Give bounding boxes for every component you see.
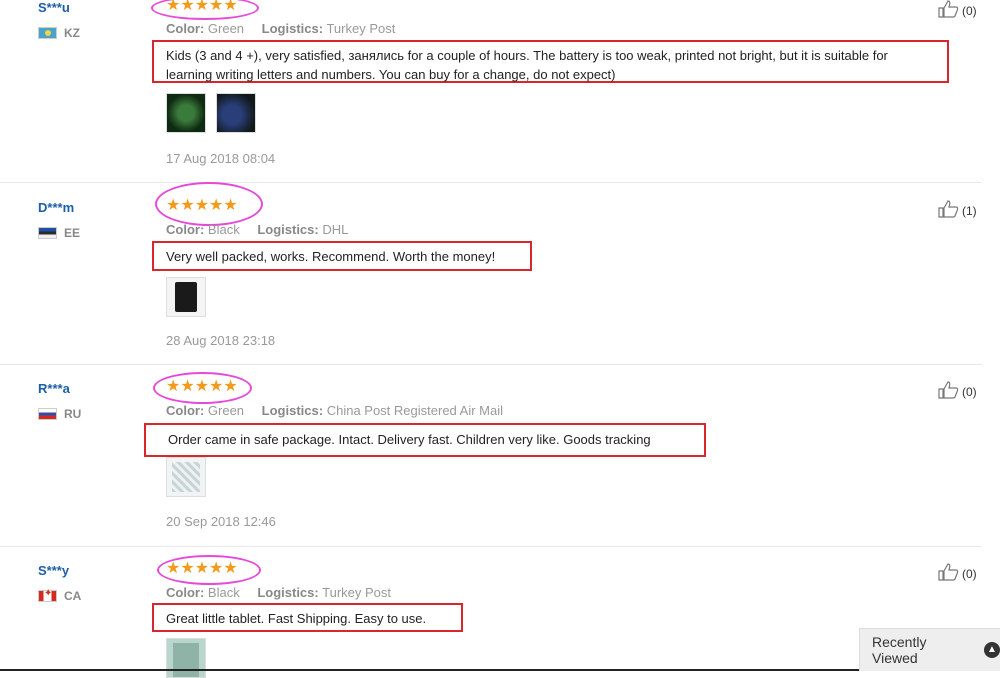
color-label: Color: [166, 21, 205, 36]
recently-viewed-label: Recently Viewed [872, 634, 927, 666]
kz-flag-icon [38, 27, 57, 39]
review-item: S***u KZ ★★★★★ Color: Green Logistics: T… [0, 0, 982, 183]
annotation-ellipse [151, 0, 259, 20]
helpful-count: (0) [962, 4, 977, 18]
reviewer-name[interactable]: D***m [38, 200, 74, 215]
logistics-value: DHL [322, 222, 349, 237]
review-date: 17 Aug 2018 08:04 [166, 151, 276, 166]
country-code: RU [64, 407, 82, 421]
color-value: Black [207, 585, 240, 600]
review-photos [166, 638, 206, 678]
review-meta: Color: Green Logistics: Turkey Post [166, 21, 395, 36]
ee-flag-icon [38, 227, 57, 239]
logistics-label: Logistics: [257, 585, 319, 600]
comment-text: Order came in safe package. Intact. Deli… [168, 432, 651, 447]
reviewer-country: RU [38, 407, 81, 421]
logistics-value: Turkey Post [322, 585, 391, 600]
comment-text: Kids (3 and 4 +), very satisfied, заняли… [166, 48, 888, 82]
country-code: CA [64, 589, 82, 603]
review-comment: Very well packed, works. Recommend. Wort… [152, 241, 532, 271]
annotation-ellipse [153, 372, 252, 404]
review-item: S***y CA ★★★★★ Color: Black Logistics: T… [0, 546, 982, 678]
annotation-ellipse [157, 555, 261, 585]
helpful-button[interactable]: (1) [938, 200, 977, 218]
country-code: KZ [64, 26, 80, 40]
comment-text: Very well packed, works. Recommend. Wort… [166, 249, 496, 264]
ru-flag-icon [38, 408, 57, 420]
helpful-button[interactable]: (0) [938, 381, 977, 399]
reviewer-country: EE [38, 226, 80, 240]
annotation-ellipse [155, 182, 263, 226]
reviewer-name[interactable]: R***a [38, 381, 70, 396]
ca-flag-icon [38, 588, 57, 602]
logistics-label: Logistics: [257, 222, 319, 237]
reviewer-country: CA [38, 588, 82, 603]
color-label: Color: [166, 403, 205, 418]
color-label: Color: [166, 222, 205, 237]
review-photos [166, 457, 206, 497]
color-value: Green [207, 21, 245, 36]
country-code: EE [64, 226, 81, 240]
review-photo[interactable] [166, 93, 206, 133]
recently-viewed-button[interactable]: Recently Viewed ▲ [859, 628, 1000, 671]
review-meta: Color: Green Logistics: China Post Regis… [166, 403, 503, 418]
reviewer-name[interactable]: S***u [38, 0, 70, 15]
review-photo[interactable] [166, 277, 206, 317]
review-comment: Great little tablet. Fast Shipping. Easy… [152, 603, 463, 632]
helpful-count: (0) [962, 385, 977, 399]
helpful-count: (1) [962, 204, 977, 218]
review-meta: Color: Black Logistics: DHL [166, 222, 348, 237]
review-item: R***a RU ★★★★★ Color: Green Logistics: C… [0, 364, 982, 547]
reviewer-name[interactable]: S***y [38, 563, 69, 578]
review-photos [166, 277, 206, 317]
review-item: D***m EE ★★★★★ Color: Black Logistics: D… [0, 182, 982, 365]
review-date: 20 Sep 2018 12:46 [166, 514, 276, 529]
thumbs-up-icon [938, 381, 959, 399]
review-photos [166, 93, 256, 133]
review-date: 28 Aug 2018 23:18 [166, 333, 276, 348]
color-value: Green [207, 403, 245, 418]
logistics-value: Turkey Post [326, 21, 396, 36]
comment-text: Great little tablet. Fast Shipping. Easy… [166, 611, 427, 626]
helpful-button[interactable]: (0) [938, 0, 977, 18]
thumbs-up-icon [938, 200, 959, 218]
review-photo[interactable] [216, 93, 256, 133]
thumbs-up-icon [938, 0, 959, 18]
review-comment: Kids (3 and 4 +), very satisfied, заняли… [152, 40, 949, 83]
chevron-up-icon: ▲ [984, 642, 1000, 658]
logistics-value: China Post Registered Air Mail [326, 403, 504, 418]
color-value: Black [207, 222, 240, 237]
helpful-count: (0) [962, 567, 977, 581]
helpful-button[interactable]: (0) [938, 563, 977, 581]
logistics-label: Logistics: [261, 403, 324, 418]
review-comment: Order came in safe package. Intact. Deli… [144, 423, 706, 457]
color-label: Color: [166, 585, 205, 600]
thumbs-up-icon [938, 563, 959, 581]
review-photo[interactable] [166, 457, 206, 497]
reviewer-country: KZ [38, 26, 80, 40]
review-photo[interactable] [166, 638, 206, 678]
review-meta: Color: Black Logistics: Turkey Post [166, 585, 391, 600]
logistics-label: Logistics: [261, 21, 324, 36]
